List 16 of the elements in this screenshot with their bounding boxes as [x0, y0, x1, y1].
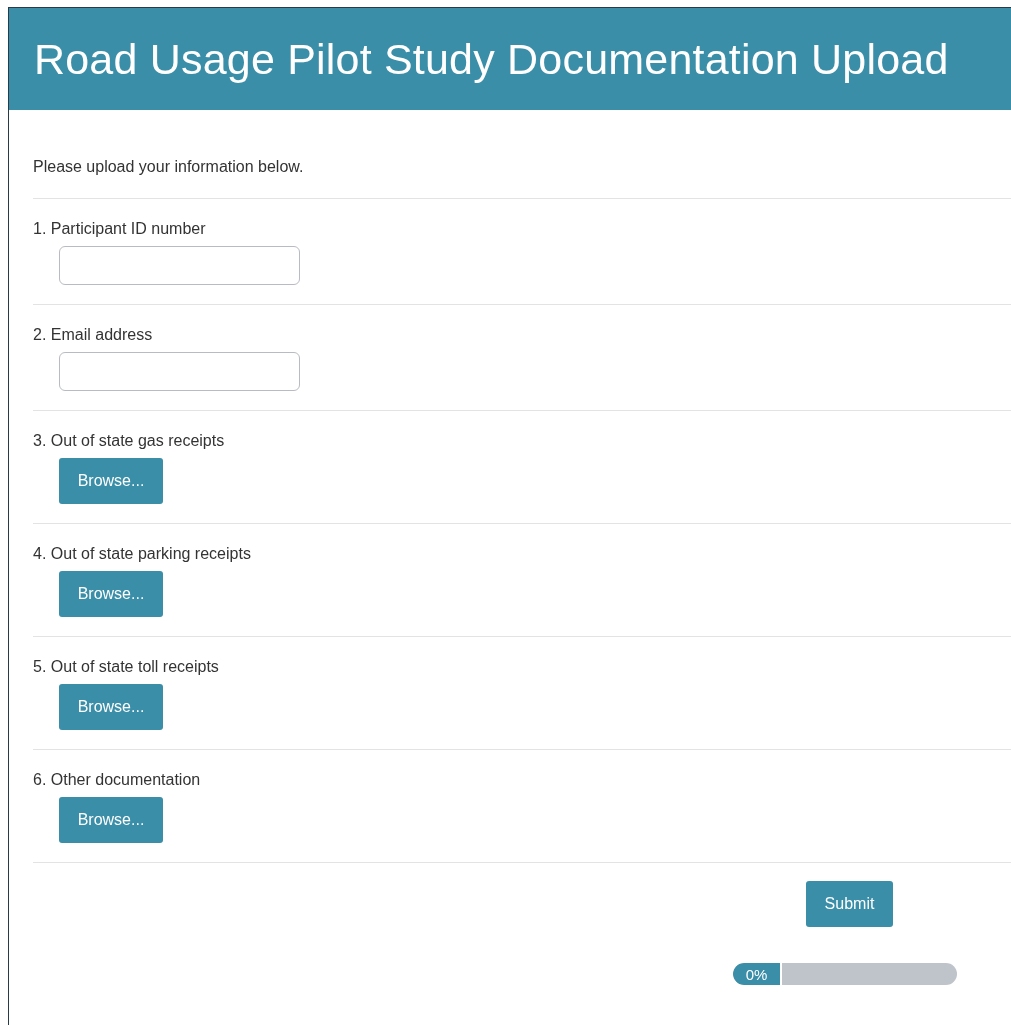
progress-reading: 0% — [745, 965, 768, 983]
input-field[interactable] — [59, 246, 300, 285]
page-title: Road Usage Pilot Study Documentation Upload — [34, 34, 949, 84]
field-label: 2. Email address — [33, 325, 154, 345]
field-label: 6. Other documentation — [33, 770, 202, 790]
browse-button[interactable]: Browse... — [59, 684, 163, 730]
field-label: 1. Participant ID number — [33, 219, 207, 239]
field-label: 5. Out of state toll receipts — [33, 657, 220, 677]
input-field[interactable] — [59, 352, 300, 391]
browse-button[interactable]: Browse... — [59, 458, 163, 504]
field-label: 4. Out of state parking receipts — [33, 544, 252, 564]
browse-button[interactable]: Browse... — [59, 797, 163, 843]
field-label: 3. Out of state gas receipts — [33, 431, 226, 451]
submit-button[interactable]: Submit — [806, 881, 893, 927]
browse-button[interactable]: Browse... — [59, 571, 163, 617]
intro-text: Please upload your information below. — [33, 157, 1011, 199]
